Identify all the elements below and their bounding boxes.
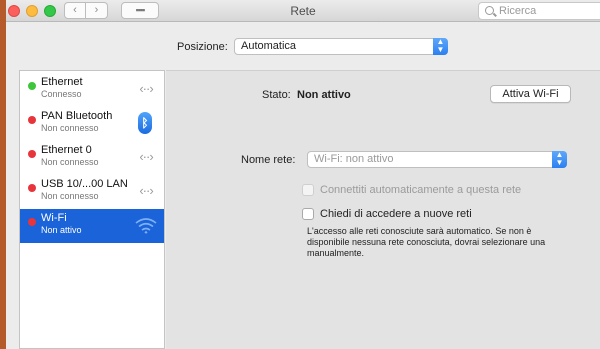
auto-join-label: Connettiti automaticamente a questa rete bbox=[320, 184, 522, 196]
service-name: USB 10/...00 LAN bbox=[41, 178, 128, 190]
service-item-ethernet-0[interactable]: Ethernet 0 Non connesso ‹··› bbox=[20, 141, 164, 175]
status-dot bbox=[28, 150, 36, 158]
service-status: Connesso bbox=[41, 89, 82, 99]
service-name: Ethernet 0 bbox=[41, 144, 92, 156]
updown-chevron-icon: ▲ ▼ bbox=[552, 151, 567, 168]
connection-arrows-icon: ‹··› bbox=[139, 81, 153, 96]
activate-wifi-button[interactable]: Attiva Wi-Fi bbox=[490, 85, 571, 103]
status-dot bbox=[28, 116, 36, 124]
search-icon bbox=[485, 6, 494, 15]
status-value: Non attivo bbox=[297, 89, 351, 101]
status-label: Stato: bbox=[262, 89, 291, 101]
ask-join-label: Chiedi di accedere a nuove reti bbox=[320, 208, 472, 220]
detail-pane: Stato: Non attivo Attiva Wi-Fi Nome rete… bbox=[166, 70, 600, 349]
search-field[interactable]: Ricerca bbox=[478, 2, 600, 20]
auto-join-checkbox[interactable] bbox=[302, 184, 314, 196]
updown-chevron-icon: ▲ ▼ bbox=[433, 38, 448, 55]
ask-join-checkbox[interactable] bbox=[302, 208, 314, 220]
ask-join-note: L'accesso alle reti conosciute sarà auto… bbox=[307, 226, 546, 258]
connection-arrows-icon: ‹··› bbox=[139, 183, 153, 198]
service-status: Non connesso bbox=[41, 157, 99, 167]
location-value: Automatica bbox=[241, 40, 297, 52]
title-bar: ‹ › ▪▪▪▪ Rete Ricerca bbox=[6, 0, 600, 22]
network-name-popup[interactable]: Wi-Fi: non attivo ▲ ▼ bbox=[307, 151, 567, 168]
service-name: PAN Bluetooth bbox=[41, 110, 113, 122]
service-item-usb-lan[interactable]: USB 10/...00 LAN Non connesso ‹··› bbox=[20, 175, 164, 209]
status-dot bbox=[28, 82, 36, 90]
location-popup[interactable]: Automatica ▲ ▼ bbox=[234, 38, 448, 55]
service-status: Non connesso bbox=[41, 191, 99, 201]
connection-arrows-icon: ‹··› bbox=[139, 149, 153, 164]
service-name: Ethernet bbox=[41, 76, 83, 88]
service-item-pan-bluetooth[interactable]: PAN Bluetooth Non connesso ᛒ bbox=[20, 107, 164, 141]
network-name-value: Wi-Fi: non attivo bbox=[314, 153, 394, 165]
wifi-icon bbox=[135, 218, 157, 234]
search-placeholder: Ricerca bbox=[499, 5, 537, 17]
service-item-wifi[interactable]: Wi-Fi Non attivo bbox=[20, 209, 164, 243]
service-status: Non attivo bbox=[41, 225, 82, 235]
service-name: Wi-Fi bbox=[41, 212, 67, 224]
network-name-label: Nome rete: bbox=[241, 154, 296, 166]
network-preferences-window: ‹ › ▪▪▪▪ Rete Ricerca Posizione: Automat… bbox=[6, 0, 600, 349]
status-dot bbox=[28, 184, 36, 192]
location-label: Posizione: bbox=[177, 41, 228, 53]
service-item-ethernet[interactable]: Ethernet Connesso ‹··› bbox=[20, 73, 164, 107]
bluetooth-icon: ᛒ bbox=[138, 112, 152, 134]
status-dot bbox=[28, 218, 36, 226]
service-list[interactable]: Ethernet Connesso ‹··› PAN Bluetooth Non… bbox=[19, 70, 165, 349]
service-status: Non connesso bbox=[41, 123, 99, 133]
